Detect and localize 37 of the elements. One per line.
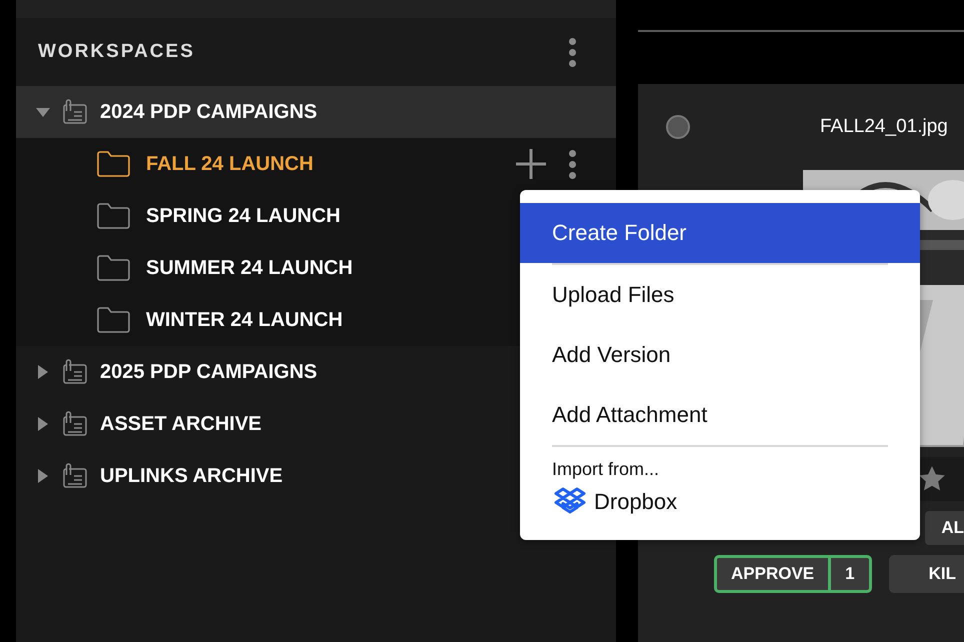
workspace-label: ASSET ARCHIVE <box>100 412 262 436</box>
menu-item[interactable]: Create Folder <box>520 203 920 263</box>
folder-icon <box>97 203 130 229</box>
folder-icon <box>97 255 130 281</box>
menu-item[interactable]: Add Version <box>520 325 920 385</box>
workspace-icon <box>62 359 88 385</box>
collapsed-caret-icon[interactable] <box>36 469 50 483</box>
star-icon[interactable] <box>918 465 946 493</box>
dropbox-item[interactable]: Dropbox <box>520 480 920 518</box>
file-name: FALL24_01.jpg <box>820 116 948 138</box>
menu-item[interactable]: Upload Files <box>520 265 920 325</box>
workspace-icon <box>62 99 88 125</box>
folder-label: WINTER 24 LAUNCH <box>146 308 343 332</box>
workspace-icon <box>62 411 88 437</box>
approve-count: 1 <box>828 558 869 590</box>
sidebar-title: WORKSPACES <box>38 41 195 63</box>
menu-item[interactable]: Add Attachment <box>520 385 920 445</box>
menu-heading: Import from... <box>551 458 660 480</box>
folder-label: SUMMER 24 LAUNCH <box>146 256 353 280</box>
folder-icon <box>97 307 130 333</box>
workspace-label: 2025 PDP CAMPAIGNS <box>100 360 318 384</box>
collapsed-caret-icon[interactable] <box>36 417 50 431</box>
approve-button[interactable]: APPROVE 1 <box>714 555 872 593</box>
select-radio[interactable] <box>666 115 690 139</box>
plus-icon[interactable] <box>515 148 547 180</box>
filter-button[interactable]: AL <box>925 511 964 545</box>
folder-item[interactable]: FALL 24 LAUNCH <box>16 138 616 190</box>
folder-label: SPRING 24 LAUNCH <box>146 204 340 228</box>
expanded-caret-icon[interactable] <box>36 105 50 119</box>
folder-label: FALL 24 LAUNCH <box>146 152 314 176</box>
collapsed-caret-icon[interactable] <box>36 365 50 379</box>
folder-icon <box>97 151 130 177</box>
workspace-label: 2024 PDP CAMPAIGNS <box>100 100 318 124</box>
workspace-item[interactable]: 2024 PDP CAMPAIGNS <box>16 86 616 138</box>
workspace-label: UPLINKS ARCHIVE <box>100 464 283 488</box>
workspace-icon <box>62 463 88 489</box>
kill-button[interactable]: KIL <box>888 555 964 593</box>
